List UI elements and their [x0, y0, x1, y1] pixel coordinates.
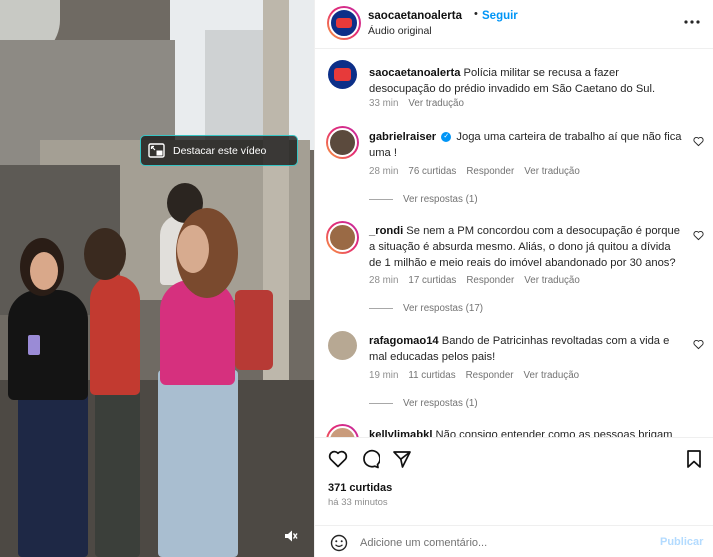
replies-line: [369, 308, 393, 309]
separator-dot: •: [474, 8, 478, 20]
post-time: há 33 minutos: [328, 497, 388, 508]
video-phone: [28, 335, 40, 355]
likes-count[interactable]: 371 curtidas: [328, 482, 392, 494]
caption-meta: 33 min Ver tradução: [369, 98, 464, 109]
view-replies-label: Ver respostas (1): [403, 398, 478, 409]
video-person-pink-face: [177, 225, 209, 273]
brand-logo-icon: [336, 17, 352, 29]
video-person-red: [90, 275, 140, 395]
avatar[interactable]: [328, 128, 357, 157]
view-replies-label: Ver respostas (17): [403, 303, 484, 314]
replies-line: [369, 403, 393, 404]
post-header: saocaetanoalerta • Seguir Áudio original: [315, 0, 713, 49]
comment-meta: 28 min 17 curtidas Responder Ver traduçã…: [369, 275, 580, 286]
comment-text-block: rafagomao14 Bando de Patricinhas revolta…: [369, 333, 685, 365]
avatar[interactable]: [329, 8, 359, 38]
avatar[interactable]: [328, 331, 357, 360]
post-panel: saocaetanoalerta • Seguir Áudio original…: [314, 0, 713, 557]
avatar[interactable]: [328, 60, 357, 89]
comment-text-block: _rondi Se nem a PM concordou com a desoc…: [369, 223, 685, 271]
translate-button[interactable]: Ver tradução: [524, 370, 580, 381]
comment-bubble-icon[interactable]: [360, 449, 380, 469]
speaker-muted-icon: [285, 530, 298, 542]
reply-button[interactable]: Responder: [466, 370, 514, 381]
comment-text-block: gabrielraiser ✓ Joga uma carteira de tra…: [369, 129, 685, 161]
video-player[interactable]: Destacar este vídeo: [0, 0, 314, 557]
caption-text-block: saocaetanoalerta Polícia militar se recu…: [369, 65, 685, 97]
replies-line: [369, 199, 393, 200]
comment-likes[interactable]: 17 curtidas: [408, 275, 456, 286]
video-person-left-face: [30, 252, 58, 290]
reply-button[interactable]: Responder: [466, 275, 514, 286]
emoji-icon[interactable]: [330, 534, 348, 552]
post-actions: [315, 437, 713, 471]
save-bookmark-icon[interactable]: [684, 449, 704, 469]
video-person-left-legs: [18, 390, 88, 557]
comment-username[interactable]: _rondi: [369, 225, 403, 237]
post-author-username[interactable]: saocaetanoalerta: [368, 10, 462, 22]
comment-meta: 28 min 76 curtidas Responder Ver traduçã…: [369, 166, 580, 177]
comment-text: Não consigo entender como as pessoas bri…: [435, 429, 673, 437]
comment-composer: Publicar: [315, 525, 713, 557]
view-replies-label: Ver respostas (1): [403, 194, 478, 205]
comment-username[interactable]: rafagomao14: [369, 335, 439, 347]
audio-label[interactable]: Áudio original: [368, 25, 432, 37]
comment-time: 28 min: [369, 275, 399, 286]
picture-in-picture-button[interactable]: Destacar este vídeo: [140, 135, 298, 166]
like-heart-icon[interactable]: [328, 449, 348, 469]
comments-list[interactable]: saocaetanoalerta Polícia militar se recu…: [315, 49, 713, 437]
reply-button[interactable]: Responder: [466, 166, 514, 177]
comment-meta: 19 min 11 curtidas Responder Ver traduçã…: [369, 370, 579, 381]
view-replies-button[interactable]: Ver respostas (17): [369, 303, 483, 314]
video-backpack: [235, 290, 273, 370]
avatar[interactable]: [328, 223, 357, 252]
comment-likes[interactable]: 76 curtidas: [408, 166, 456, 177]
video-person-pink-legs: [158, 370, 238, 557]
video-person-red-head: [84, 228, 126, 280]
comment-username[interactable]: kellylimabkl: [369, 429, 432, 437]
brand-logo-icon: [333, 68, 352, 81]
like-comment-heart-icon[interactable]: [693, 339, 704, 350]
view-replies-button[interactable]: Ver respostas (1): [369, 194, 478, 205]
like-comment-heart-icon[interactable]: [693, 230, 704, 241]
like-comment-heart-icon[interactable]: [693, 136, 704, 147]
picture-in-picture-label: Destacar este vídeo: [173, 144, 267, 157]
translate-button[interactable]: Ver tradução: [524, 275, 580, 286]
translate-button[interactable]: Ver tradução: [524, 166, 580, 177]
translate-button[interactable]: Ver tradução: [408, 98, 464, 109]
video-person-left: [8, 290, 88, 400]
verified-badge-icon: ✓: [441, 132, 452, 143]
publish-button[interactable]: Publicar: [660, 536, 703, 548]
comment-time: 19 min: [369, 370, 399, 381]
comment-text: Se nem a PM concordou com a desocupação …: [369, 225, 680, 269]
view-replies-button[interactable]: Ver respostas (1): [369, 398, 478, 409]
caption-time: 33 min: [369, 98, 399, 109]
more-options-icon[interactable]: [683, 13, 701, 31]
mute-button[interactable]: [282, 527, 300, 545]
video-person-red-legs: [95, 390, 140, 557]
comment-text-block: kellylimabkl Não consigo entender como a…: [369, 427, 685, 437]
picture-in-picture-icon: [148, 143, 165, 158]
comment-username[interactable]: gabrielraiser: [369, 131, 436, 143]
comment-time: 28 min: [369, 166, 399, 177]
share-send-icon[interactable]: [392, 449, 412, 469]
caption-username[interactable]: saocaetanoalerta: [369, 67, 460, 79]
comment-input[interactable]: [360, 533, 650, 553]
comment-likes[interactable]: 11 curtidas: [408, 370, 455, 381]
follow-button[interactable]: Seguir: [482, 10, 518, 22]
